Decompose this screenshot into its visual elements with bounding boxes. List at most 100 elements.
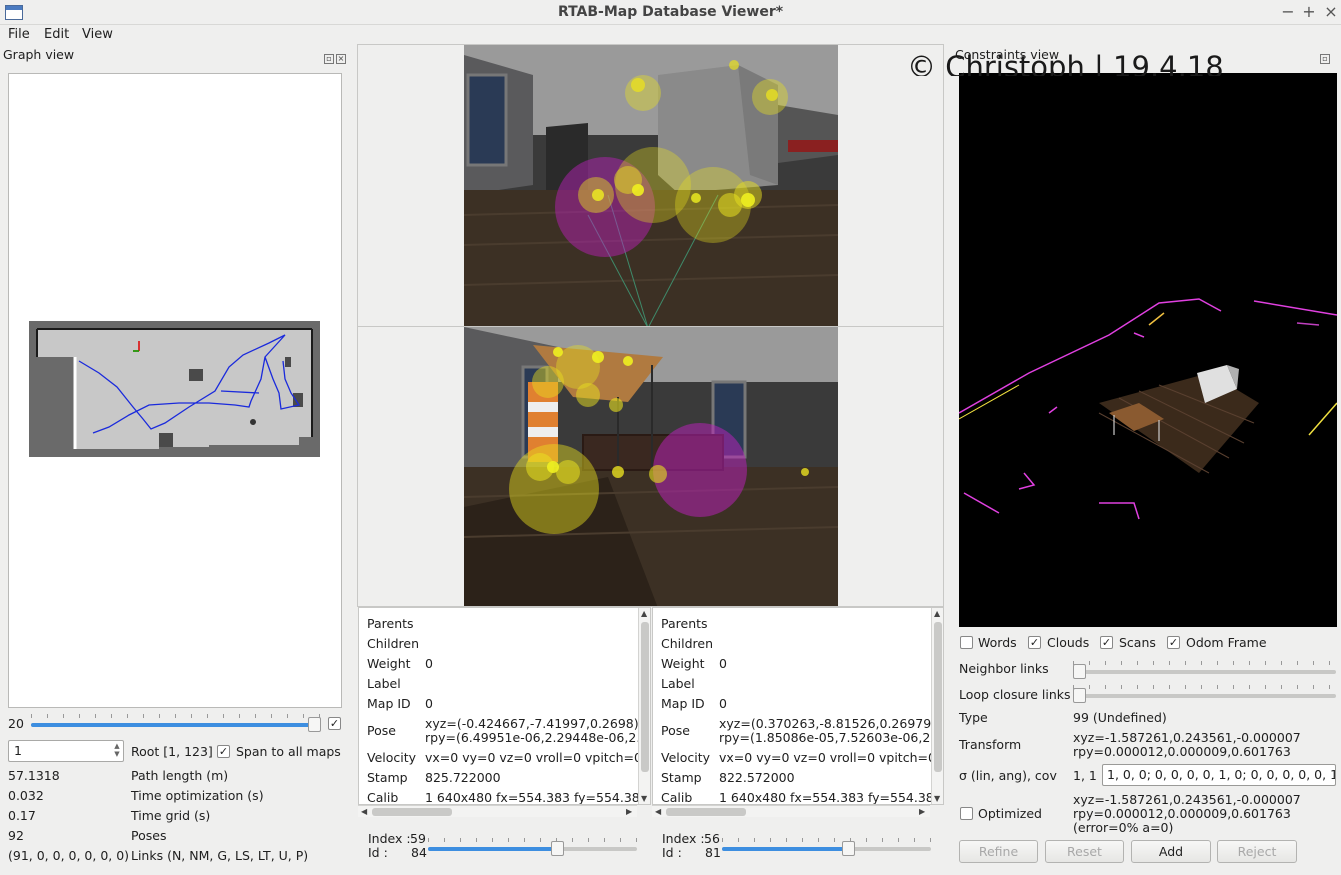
float-icon[interactable]: ▫	[324, 54, 334, 64]
vertical-scrollbar[interactable]: ▲ ▼	[638, 608, 650, 804]
root-spinbox[interactable]: 1 ▲ ▼	[8, 740, 124, 762]
graph-slider[interactable]	[31, 714, 321, 734]
index-value: 59	[410, 831, 426, 846]
graph-view-dock-buttons: ▫ ×	[324, 49, 348, 64]
close-dock-icon[interactable]: ×	[336, 54, 346, 64]
scroll-down-icon[interactable]: ▼	[934, 794, 940, 803]
type-value: 99 (Undefined)	[1073, 710, 1167, 725]
info-label: Children	[661, 636, 714, 651]
slider-handle[interactable]	[551, 841, 565, 856]
odom-frame-checkbox[interactable]: ✓	[1167, 636, 1180, 649]
image-view-top[interactable]	[357, 44, 944, 327]
node-slider-left[interactable]	[428, 838, 637, 858]
stat-label: Links (N, NM, G, LS, LT, U, P)	[131, 848, 309, 863]
scroll-thumb[interactable]	[641, 622, 649, 772]
scroll-right-icon[interactable]: ▶	[919, 807, 925, 816]
slider-handle[interactable]	[841, 841, 855, 856]
menu-view[interactable]: View	[82, 27, 113, 42]
neighbor-links-label: Neighbor links	[959, 661, 1049, 676]
maximize-button[interactable]: +	[1299, 2, 1319, 22]
stat-value: 0.032	[8, 788, 44, 803]
minimize-button[interactable]: −	[1278, 2, 1298, 22]
optimized-checkbox[interactable]	[960, 807, 973, 820]
info-value: 1 640x480 fx=554.383 fy=554.383	[425, 790, 648, 805]
slider-ticks	[428, 838, 637, 842]
scroll-right-icon[interactable]: ▶	[626, 807, 632, 816]
stat-value: 92	[8, 828, 24, 843]
words-checkbox[interactable]	[960, 636, 973, 649]
stat-value: 57.1318	[8, 768, 60, 783]
covariance-label: σ (lin, ang), cov	[959, 768, 1057, 783]
neighbor-links-slider[interactable]	[1073, 661, 1336, 681]
menu-bar: File Edit View	[0, 25, 1341, 45]
info-label: Map ID	[367, 696, 411, 711]
scans-checkbox[interactable]: ✓	[1100, 636, 1113, 649]
info-value: 1 640x480 fx=554.383 fy=554.383	[719, 790, 942, 805]
graph-slider-checkbox[interactable]: ✓	[328, 717, 341, 730]
span-all-maps-checkbox[interactable]: ✓	[217, 745, 230, 758]
info-value: 0	[425, 656, 433, 671]
info-value: 0	[425, 696, 433, 711]
slider-handle[interactable]	[308, 717, 321, 732]
slider-ticks	[31, 714, 321, 718]
horizontal-scrollbar[interactable]: ◀ ▶	[358, 805, 637, 817]
node-slider-right[interactable]	[722, 838, 931, 858]
reject-button[interactable]: Reject	[1217, 840, 1297, 863]
float-icon[interactable]: ▫	[1320, 54, 1330, 64]
close-button[interactable]: ×	[1321, 2, 1341, 22]
scroll-thumb[interactable]	[666, 808, 746, 816]
node-info-left[interactable]: Parents Children Weight 0 Label Map ID 0…	[358, 607, 651, 805]
horizontal-scrollbar[interactable]: ◀ ▶	[652, 805, 930, 817]
vertical-scrollbar[interactable]: ▲ ▼	[931, 608, 943, 804]
scene-image-bottom	[463, 327, 839, 606]
index-label: Index :	[662, 831, 705, 846]
image-view-bottom[interactable]	[357, 326, 944, 607]
graph-view-canvas[interactable]	[8, 73, 342, 708]
slider-fill	[428, 847, 558, 851]
info-value: 822.572000	[719, 770, 795, 785]
root-label: Root [1, 123]	[131, 744, 213, 759]
menu-edit[interactable]: Edit	[44, 27, 69, 42]
id-label: Id :	[662, 845, 682, 860]
window-title: RTAB-Map Database Viewer*	[557, 4, 784, 20]
slider-handle[interactable]	[1073, 664, 1086, 679]
scroll-up-icon[interactable]: ▲	[934, 609, 940, 618]
covariance-prefix: 1, 1	[1073, 768, 1097, 783]
add-button[interactable]: Add	[1131, 840, 1211, 863]
node-info-right[interactable]: Parents Children Weight 0 Label Map ID 0…	[652, 607, 944, 805]
id-label: Id :	[368, 845, 388, 860]
slider-ticks	[1073, 685, 1336, 689]
index-label: Index :	[368, 831, 411, 846]
constraints-3d-view[interactable]	[959, 73, 1337, 627]
slider-handle[interactable]	[1073, 688, 1086, 703]
info-label: Pose	[661, 723, 690, 738]
constraints-point-cloud	[959, 298, 1337, 520]
spin-arrows-icon[interactable]: ▲ ▼	[112, 742, 122, 758]
clouds-checkbox[interactable]: ✓	[1028, 636, 1041, 649]
info-value: xyz=(0.370263,-8.81526,0.269799	[719, 716, 940, 731]
info-value: vx=0 vy=0 vz=0 vroll=0 vpitch=0	[719, 750, 936, 765]
index-value: 56	[704, 831, 720, 846]
graph-slider-value: 20	[8, 716, 24, 731]
info-label: Pose	[367, 723, 396, 738]
covariance-input[interactable]: 1, 0, 0; 0, 0, 0, 0, 1, 0; 0, 0, 0, 0, 0…	[1102, 764, 1336, 786]
scroll-left-icon[interactable]: ◀	[361, 807, 367, 816]
reset-button[interactable]: Reset	[1045, 840, 1124, 863]
scroll-down-icon[interactable]: ▼	[641, 794, 647, 803]
info-label: Map ID	[661, 696, 705, 711]
scroll-left-icon[interactable]: ◀	[655, 807, 661, 816]
slider-fill	[722, 847, 848, 851]
menu-file[interactable]: File	[8, 27, 30, 42]
id-value: 81	[705, 845, 721, 860]
odom-frame-label: Odom Frame	[1186, 635, 1267, 650]
refine-button[interactable]: Refine	[959, 840, 1038, 863]
info-value: rpy=(1.85086e-05,7.52603e-06,2.8	[719, 730, 943, 745]
loop-closure-links-slider[interactable]	[1073, 685, 1336, 705]
stat-label: Path length (m)	[131, 768, 229, 783]
info-label: Children	[367, 636, 420, 651]
scroll-thumb[interactable]	[372, 808, 452, 816]
stat-value: (91, 0, 0, 0, 0, 0, 0)	[8, 848, 130, 863]
id-value: 84	[411, 845, 427, 860]
scroll-up-icon[interactable]: ▲	[641, 609, 647, 618]
scroll-thumb[interactable]	[934, 622, 942, 772]
